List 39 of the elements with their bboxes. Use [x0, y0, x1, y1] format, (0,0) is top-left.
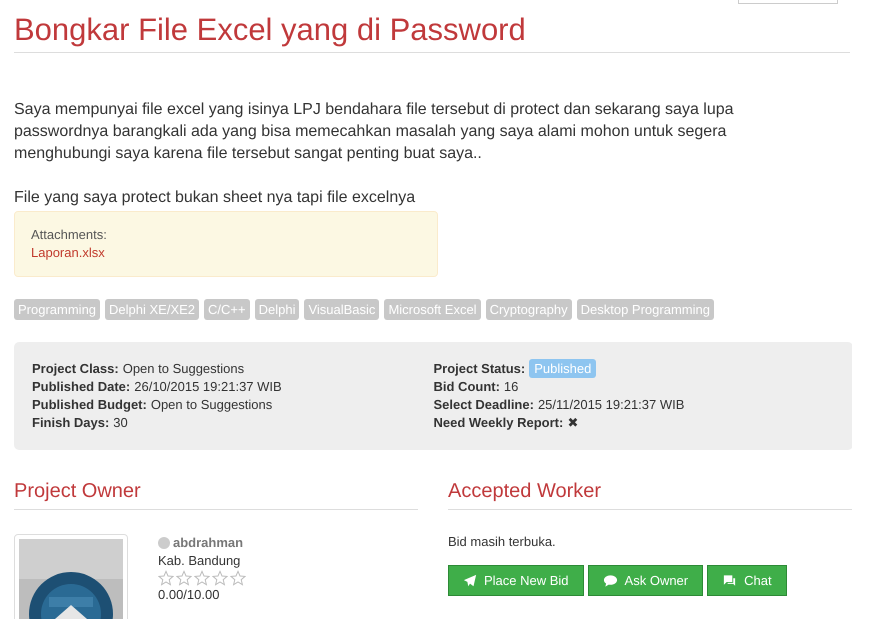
page-title: Bongkar File Excel yang di Password	[14, 6, 850, 53]
status-badge: Published	[529, 359, 596, 378]
star-icon	[158, 570, 174, 586]
detail-label: Published Date:	[32, 379, 130, 394]
owner-name[interactable]: abdrahman	[173, 534, 244, 552]
star-icon	[230, 570, 246, 586]
description-text: Saya mempunyai file excel yang isinya LPJ bendahara file tersebut di protect dan sekarang saya lupa passwordnya barangkali ada yang bisa memecahkan masalah yang saya alami mohon untuk segera menghubungi saya karena file tersebut sangat penting buat saya..	[14, 100, 735, 164]
detail-value: Open to Suggestions	[150, 397, 272, 412]
detail-label: Published Budget:	[32, 397, 147, 412]
owner-location: Kab. Bandung	[158, 552, 242, 570]
section-heading: Accepted Worker	[448, 480, 852, 510]
detail-value: 25/11/2015 19:21:37 WIB	[538, 397, 684, 412]
section-heading: Project Owner	[14, 480, 418, 510]
speech-bubble-icon	[602, 574, 618, 588]
detail-value: 30	[113, 415, 128, 430]
place-bid-button[interactable]: Place New Bid	[448, 565, 584, 596]
detail-label: Project Status:	[434, 361, 526, 376]
ask-owner-button[interactable]: Ask Owner	[588, 565, 704, 596]
bid-status-text: Bid masih terbuka.	[448, 534, 557, 549]
detail-label: Select Deadline:	[434, 397, 534, 412]
star-icon	[212, 570, 228, 586]
attachments-label: Attachments:	[31, 226, 108, 244]
description-text: File yang saya protect bukan sheet nya tapi file excelnya	[14, 188, 416, 208]
star-icon	[194, 570, 210, 586]
paper-plane-icon	[463, 574, 477, 588]
chat-button[interactable]: Chat	[707, 565, 787, 596]
chat-icon	[722, 574, 738, 588]
detail-label: Finish Days:	[32, 415, 110, 430]
rating-text: 0.00/10.00	[158, 586, 220, 604]
detail-label: Project Class:	[32, 361, 119, 376]
detail-value: ✖	[567, 415, 578, 430]
detail-value: 26/10/2015 19:21:37 WIB	[134, 379, 282, 394]
detail-label: Bid Count:	[434, 379, 500, 394]
header-button[interactable]	[738, 0, 838, 4]
star-icon	[176, 570, 192, 586]
detail-value: 16	[504, 379, 518, 394]
detail-label: Need Weekly Report:	[434, 415, 564, 430]
attachment-link[interactable]: Laporan.xlsx	[31, 244, 421, 262]
detail-value: Open to Suggestions	[122, 361, 244, 376]
